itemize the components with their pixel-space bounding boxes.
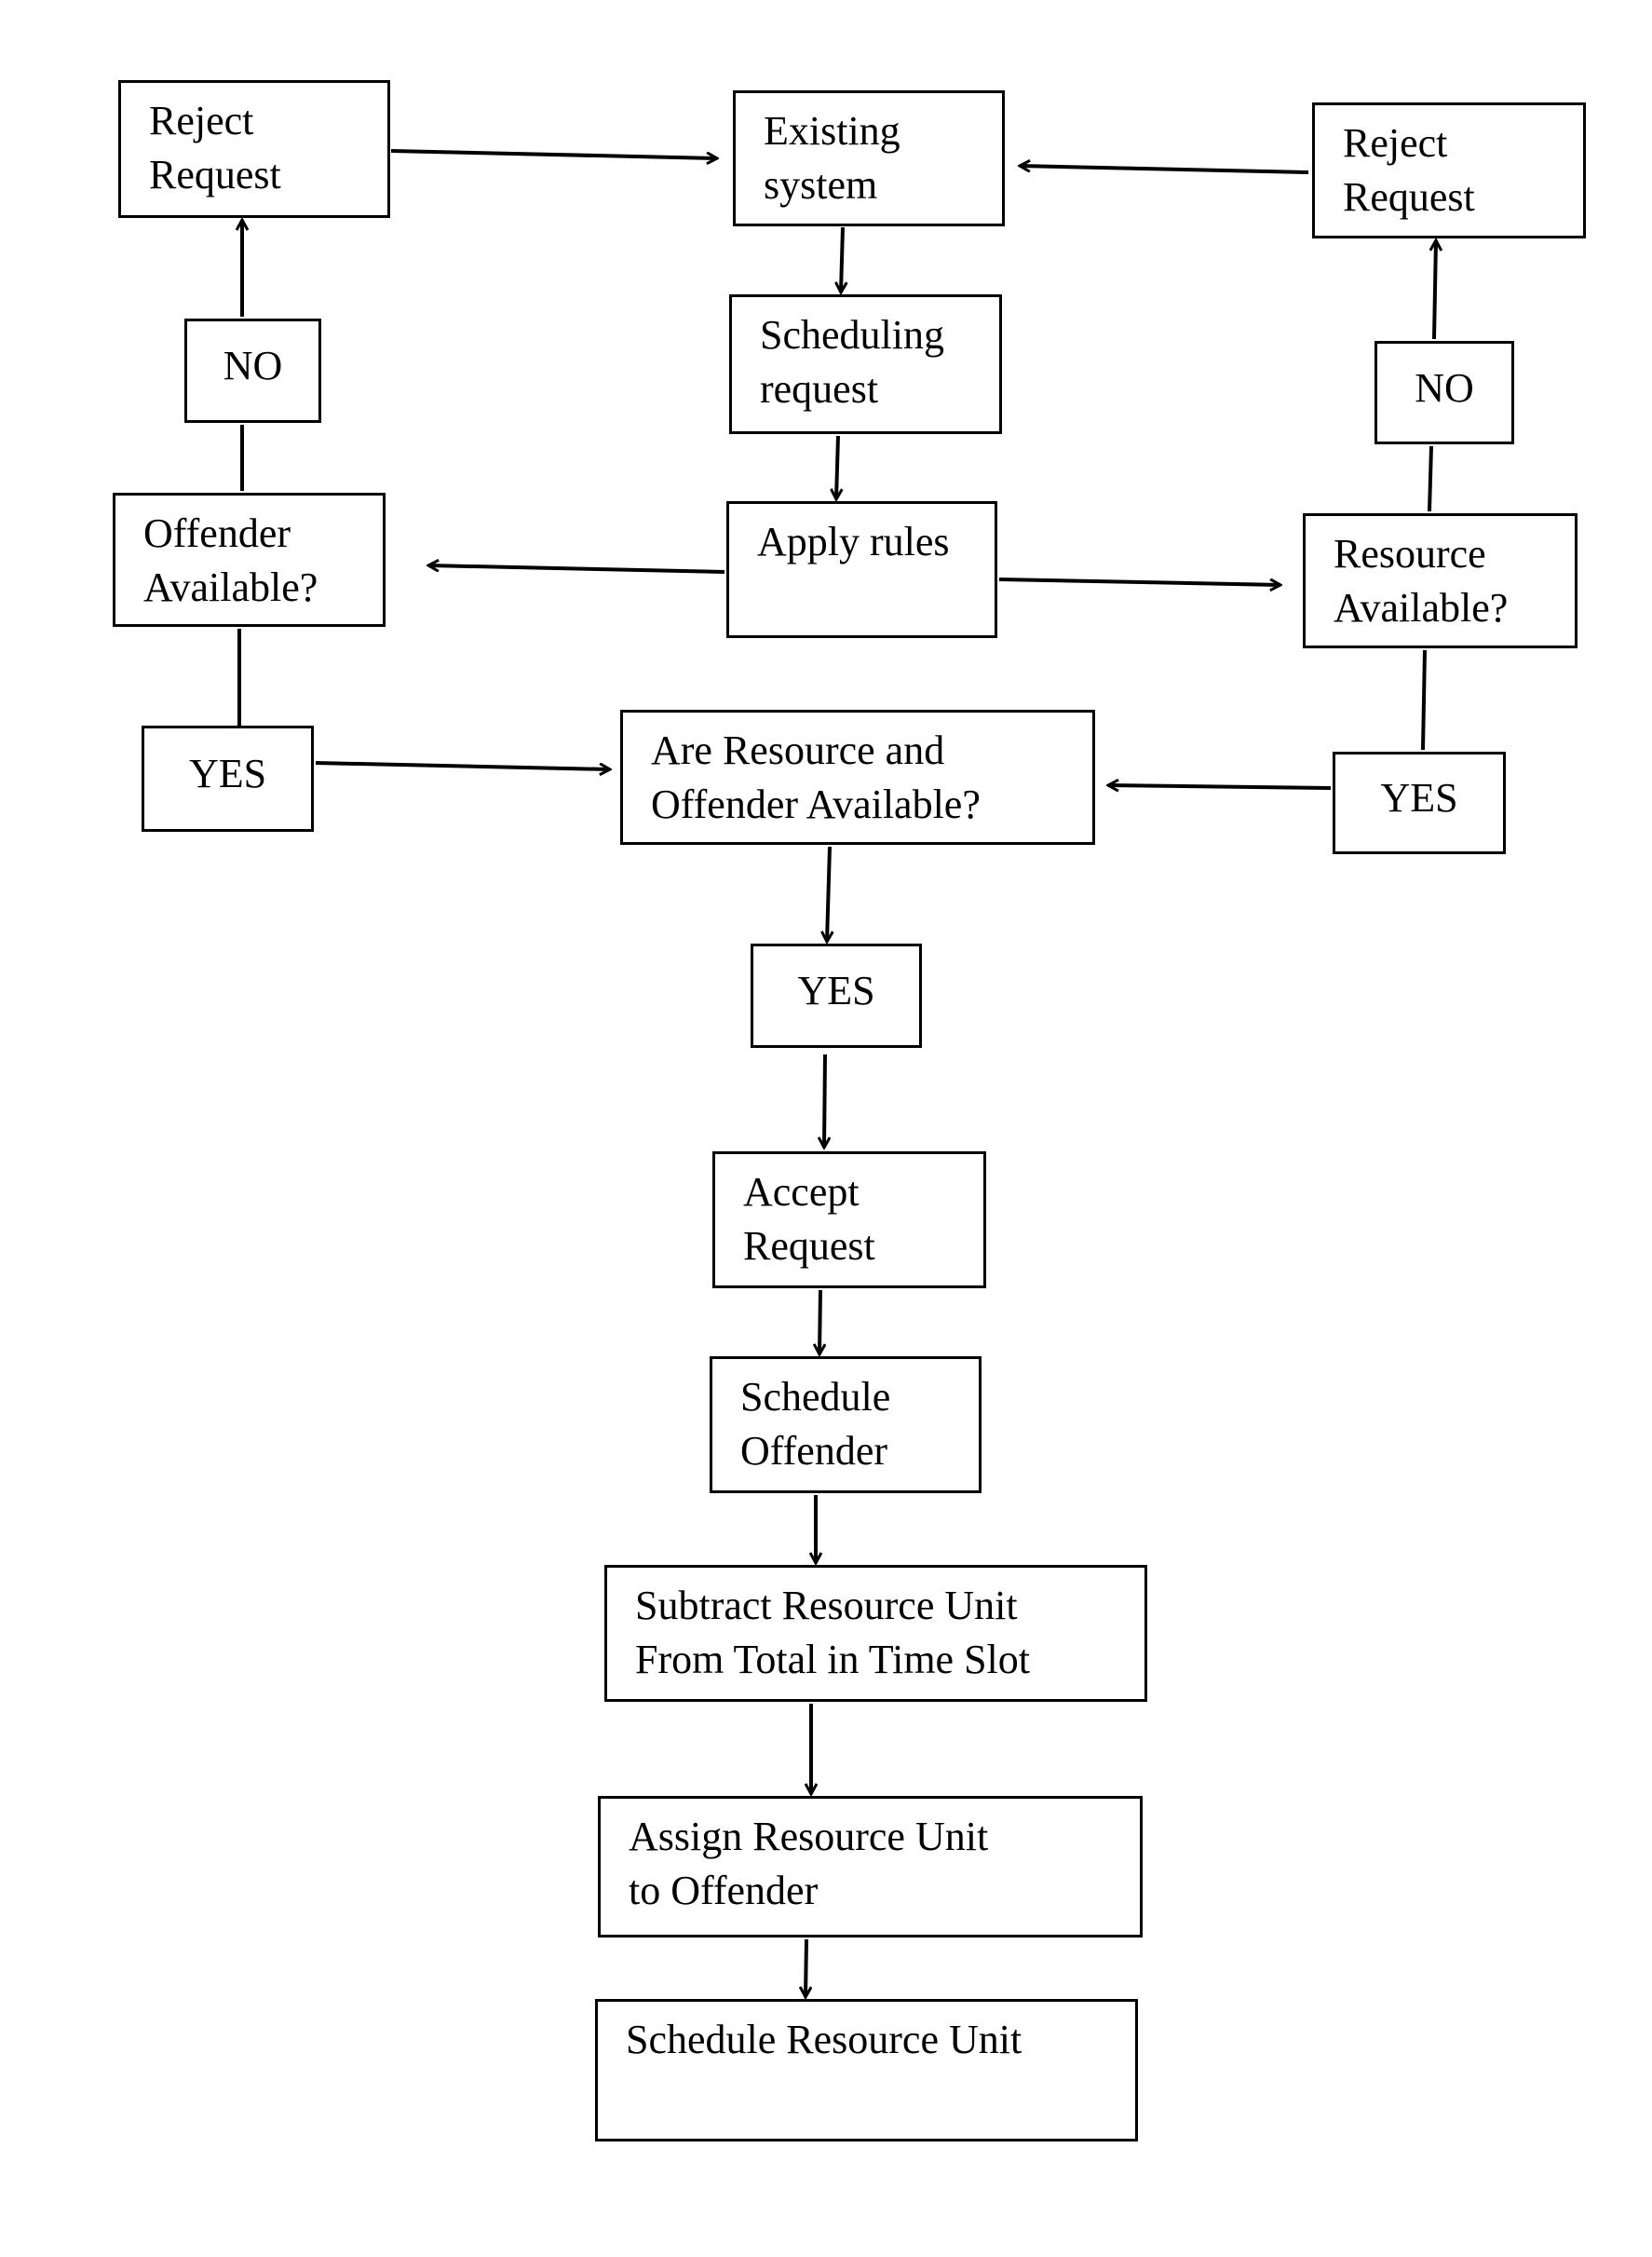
yes-right-box: YES [1333, 752, 1506, 854]
schedule-resource-unit-box: Schedule Resource Unit [595, 1999, 1138, 2141]
no-right-box: NO [1374, 341, 1514, 444]
yes-center-box: YES [751, 944, 922, 1048]
arrow-scheduling-to-apply [836, 435, 838, 499]
accept-request-box: Accept Request [712, 1151, 986, 1288]
arrow-no-right-to-reject-right [1434, 240, 1436, 340]
arrow-apply-to-resource [998, 578, 1280, 585]
assign-resource-unit-box: Assign Resource Unit to Offender [598, 1796, 1143, 1937]
arrow-yes-right-to-combined [1108, 785, 1332, 788]
arrow-reject-right-to-existing [1020, 166, 1309, 174]
reject-request-right-box: Reject Request [1312, 102, 1586, 238]
resource-available-box: Resource Available? [1303, 513, 1578, 648]
combined-availability-box: Are Resource and Offender Available? [620, 710, 1095, 845]
reject-request-left-box: Reject Request [118, 80, 390, 218]
arrow-yes-center-to-accept [824, 1054, 825, 1148]
arrow-accept-to-schedule-offender [819, 1289, 820, 1354]
offender-available-box: Offender Available? [113, 493, 386, 627]
existing-system-box: Existing system [733, 90, 1005, 226]
no-left-box: NO [184, 319, 321, 423]
line-resource-to-no-right [1428, 445, 1433, 512]
arrow-reject-left-to-existing [390, 149, 717, 158]
scheduling-request-box: Scheduling request [729, 294, 1002, 434]
apply-rules-box: Apply rules [726, 501, 997, 638]
arrow-combined-to-yes-center [827, 846, 830, 942]
yes-left-box: YES [142, 726, 314, 832]
arrow-existing-to-scheduling [841, 226, 843, 292]
subtract-resource-unit-box: Subtract Resource Unit From Total in Tim… [604, 1565, 1147, 1702]
line-resource-to-yes-right [1421, 649, 1427, 751]
flowchart: Reject Request Existing system Reject Re… [0, 0, 1652, 2257]
schedule-offender-box: Schedule Offender [710, 1356, 982, 1493]
arrow-apply-to-offender [428, 565, 725, 574]
arrow-yes-left-to-combined [315, 761, 610, 769]
